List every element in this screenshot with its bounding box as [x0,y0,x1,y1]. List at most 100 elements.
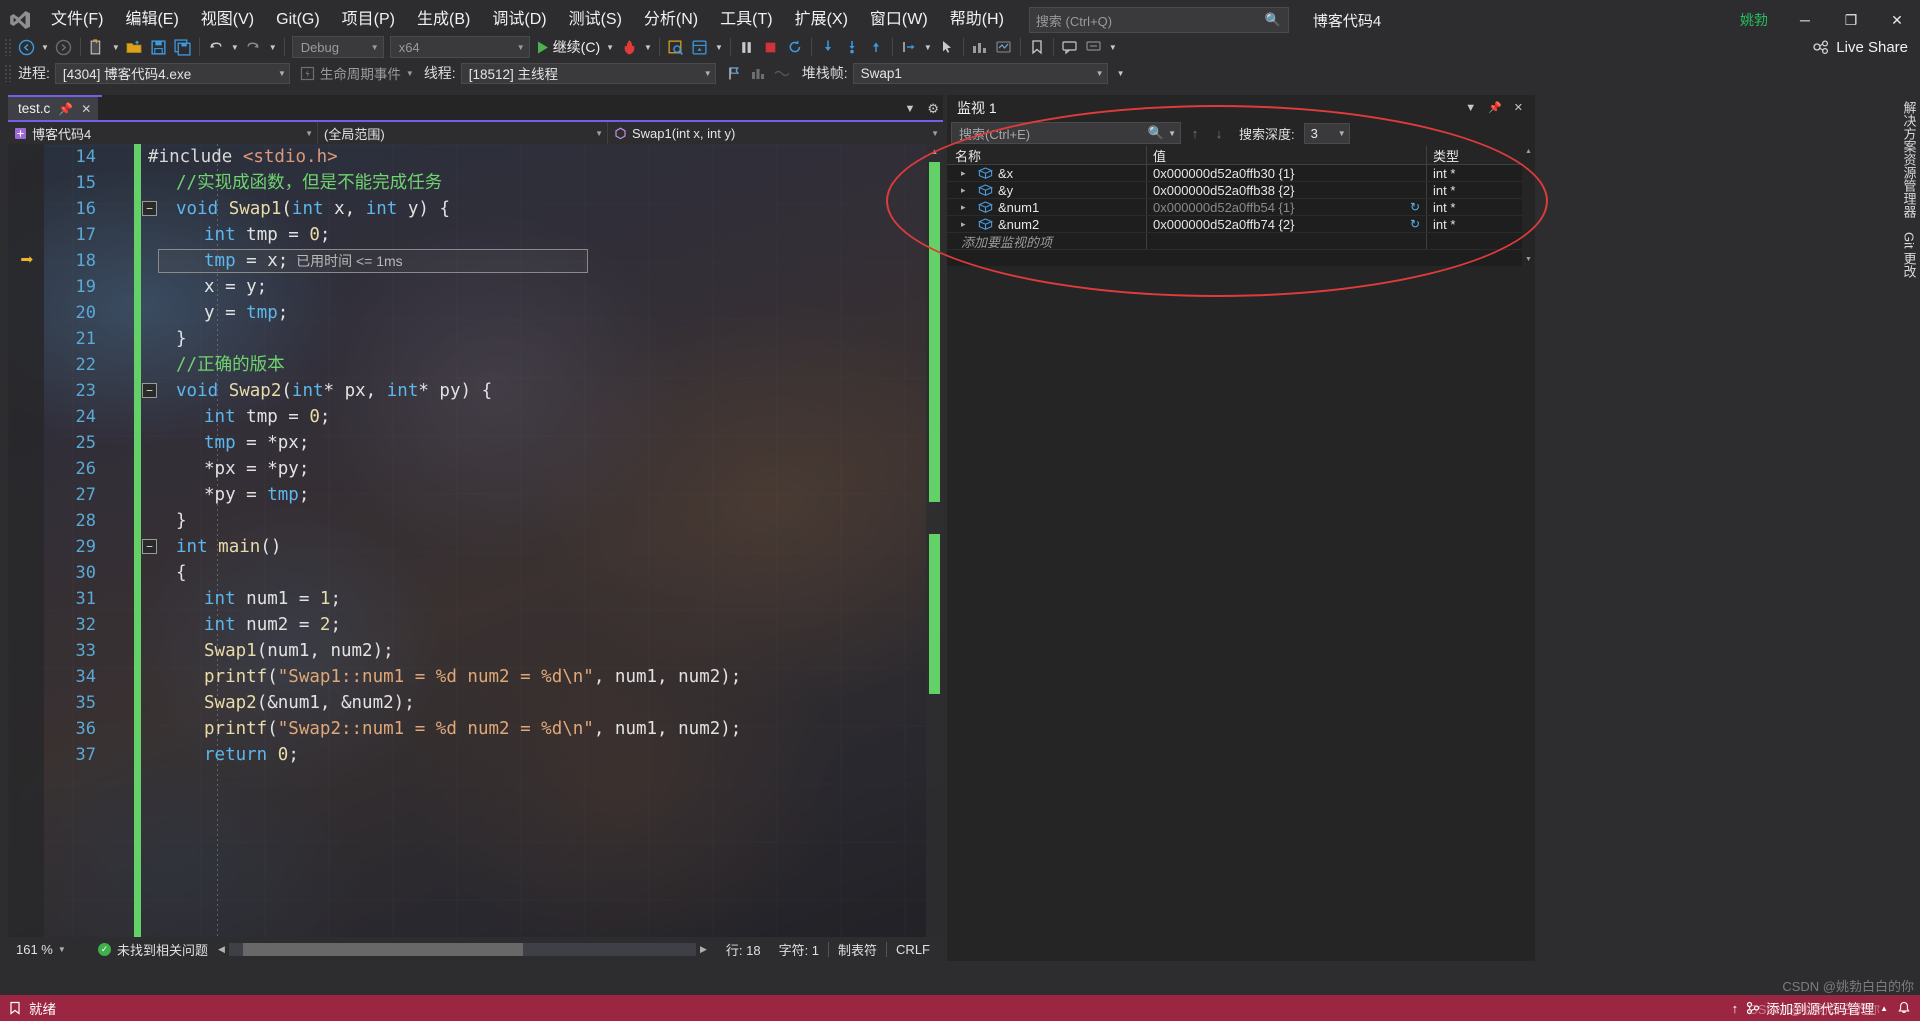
watch-name-cell[interactable]: ▸ &y [947,182,1147,198]
new-item-dropdown-icon[interactable]: ▼ [109,43,123,52]
code-line[interactable]: 15 //实现成函数，但是不能完成任务 [8,170,943,196]
pause-icon[interactable] [735,35,759,59]
code-line[interactable]: 23− void Swap2(int* px, int* py) { [8,378,943,404]
navbar-scope-combo[interactable]: (全局范围) ▼ [318,122,608,144]
stop-icon[interactable] [759,35,783,59]
continue-button[interactable]: 继续(C) [533,35,603,59]
step-into-icon[interactable] [816,35,840,59]
solution-configuration-combo[interactable]: Debug ▼ [291,36,384,58]
close-icon[interactable]: ✕ [1508,101,1529,114]
bookmark-icon[interactable] [1025,35,1049,59]
hscroll-track[interactable] [228,942,696,956]
toolbar-overflow-icon[interactable]: ▼ [1106,43,1120,52]
editor-tab-test-c[interactable]: test.c 📌 ✕ [8,97,99,120]
watch-value-cell[interactable]: 0x000000d52a0ffb54 {1} ↻ [1147,199,1427,215]
toolbar-grip[interactable] [4,38,12,56]
expander-icon[interactable]: ▸ [961,202,973,213]
chevron-down-icon[interactable]: ▼ [1459,102,1482,114]
fold-toggle-icon[interactable]: − [142,201,157,216]
navbar-function-combo[interactable]: Swap1(int x, int y) ▼ [608,122,943,144]
watch-search-input[interactable]: 搜索(Ctrl+E) 🔍 ▼ [951,122,1181,144]
search-previous-icon[interactable]: ↑ [1185,126,1205,141]
scroll-up-icon[interactable]: ▲ [926,144,943,159]
watch-name-cell[interactable]: ▸ &x [947,165,1147,181]
scroll-down-icon[interactable]: ▼ [1522,254,1535,266]
undo-dropdown-icon[interactable]: ▼ [228,43,242,52]
run-to-cursor-icon[interactable] [897,35,921,59]
flag-thread-icon[interactable] [722,61,746,85]
expander-icon[interactable]: ▸ [961,168,973,179]
scroll-right-icon[interactable]: ▶ [700,944,707,955]
watch-row[interactable]: ▸ &num2 0x000000d52a0ffb74 {2} ↻ int * [947,216,1535,233]
open-folder-icon[interactable] [123,35,147,59]
watch-value-cell[interactable]: 0x000000d52a0ffb30 {1} [1147,165,1427,181]
tabs-mode-indicator[interactable]: 制表符 [829,940,886,959]
close-icon[interactable]: ✕ [81,102,91,116]
pin-icon[interactable]: 📌 [1482,101,1508,114]
code-line[interactable]: 37 return 0; [8,742,943,768]
hot-reload-dropdown-icon[interactable]: ▼ [641,43,655,52]
navigate-back-icon[interactable] [14,35,38,59]
code-line[interactable]: 14 #include <stdio.h> [8,144,943,170]
code-line[interactable]: 29 − int main() [8,534,943,560]
attach-process-icon[interactable] [664,35,688,59]
code-line[interactable]: 33 Swap1(num1, num2); [8,638,943,664]
code-line[interactable]: 19 x = y; [8,274,943,300]
new-item-icon[interactable] [85,35,109,59]
watch-name-cell[interactable]: ▸ &num2 [947,216,1147,232]
restart-icon[interactable] [783,35,807,59]
diagnostic-tools-icon[interactable] [968,35,992,59]
issue-status[interactable]: ✓ 未找到相关问题 [98,940,208,959]
scroll-up-icon[interactable]: ▲ [1522,146,1535,158]
editor-horizontal-scrollbar[interactable]: ◀ ▶ [218,942,707,956]
tab-list-chevron-down-icon[interactable]: ▼ [904,103,915,115]
hot-reload-icon[interactable] [617,35,641,59]
quick-search-box[interactable]: 搜索 (Ctrl+Q) 🔍 [1028,7,1289,33]
code-line[interactable]: 25 tmp = *px; [8,430,943,456]
code-editor[interactable]: 14 #include <stdio.h> 15 //实现成函数，但是不能完成任务 16… [8,144,943,959]
watch-vertical-scrollbar[interactable]: ▲ ▼ [1522,146,1535,266]
step-out-icon[interactable] [864,35,888,59]
account-name[interactable]: 姚勃 [1740,10,1768,30]
scroll-left-icon[interactable]: ◀ [218,944,225,955]
breakpoints-window-icon[interactable] [688,35,712,59]
parallel-stacks-icon[interactable] [770,61,794,85]
code-line[interactable]: 16− void Swap1(int x, int y) { [8,196,943,222]
hscroll-thumb[interactable] [242,942,524,956]
search-depth-combo[interactable]: 3 ▼ [1303,122,1350,144]
redo-dropdown-icon[interactable]: ▼ [266,43,280,52]
debug-location-overflow-icon[interactable]: ▼ [1114,69,1128,78]
code-line[interactable]: ➡ 18 tmp = x; 已用时间 <= 1ms [8,248,943,274]
pin-icon[interactable]: 📌 [58,102,73,116]
dock-git-changes[interactable]: Git 更改 [1900,232,1919,278]
code-line[interactable]: 26 *px = *py; [8,456,943,482]
line-ending-indicator[interactable]: CRLF [887,942,939,957]
expander-icon[interactable]: ▸ [961,219,973,230]
save-icon[interactable] [147,35,171,59]
column-header-name[interactable]: 名称 [947,146,1147,164]
toolbar-grip[interactable] [4,64,12,82]
watch-name-cell[interactable]: ▸ &num1 [947,199,1147,215]
process-combo[interactable]: [4304] 博客代码4.exe ▼ [54,62,290,84]
save-all-icon[interactable] [171,35,195,59]
code-line[interactable]: 28} [8,508,943,534]
navbar-project-combo[interactable]: 博客代码4 ▼ [8,122,318,144]
chevron-down-icon[interactable]: ▼ [1164,129,1176,138]
code-line[interactable]: 30 { [8,560,943,586]
watch-add-row[interactable]: 添加要监视的项 [947,233,1535,250]
uncomment-icon[interactable] [1082,35,1106,59]
back-dropdown-icon[interactable]: ▼ [38,43,52,52]
watch-row[interactable]: ▸ &num1 0x000000d52a0ffb54 {1} ↻ int * [947,199,1535,216]
code-line[interactable]: 32 int num2 = 2; [8,612,943,638]
stackframe-combo[interactable]: Swap1 ▼ [852,62,1108,84]
navigate-forward-icon[interactable] [52,35,76,59]
live-share-button[interactable]: Live Share [1812,39,1920,56]
code-line[interactable]: 21} [8,326,943,352]
code-line[interactable]: 34 printf("Swap1::num1 = %d num2 = %d\n",… [8,664,943,690]
column-header-type[interactable]: 类型 [1427,146,1535,164]
chevron-up-icon[interactable]: ▲ [1880,1004,1888,1013]
diagnostic-events-icon[interactable] [992,35,1016,59]
watch-row[interactable]: ▸ &x 0x000000d52a0ffb30 {1} int * [947,165,1535,182]
code-line[interactable]: 24 int tmp = 0; [8,404,943,430]
lifecycle-events-button[interactable]: 生命周期事件 ▼ [300,63,414,83]
